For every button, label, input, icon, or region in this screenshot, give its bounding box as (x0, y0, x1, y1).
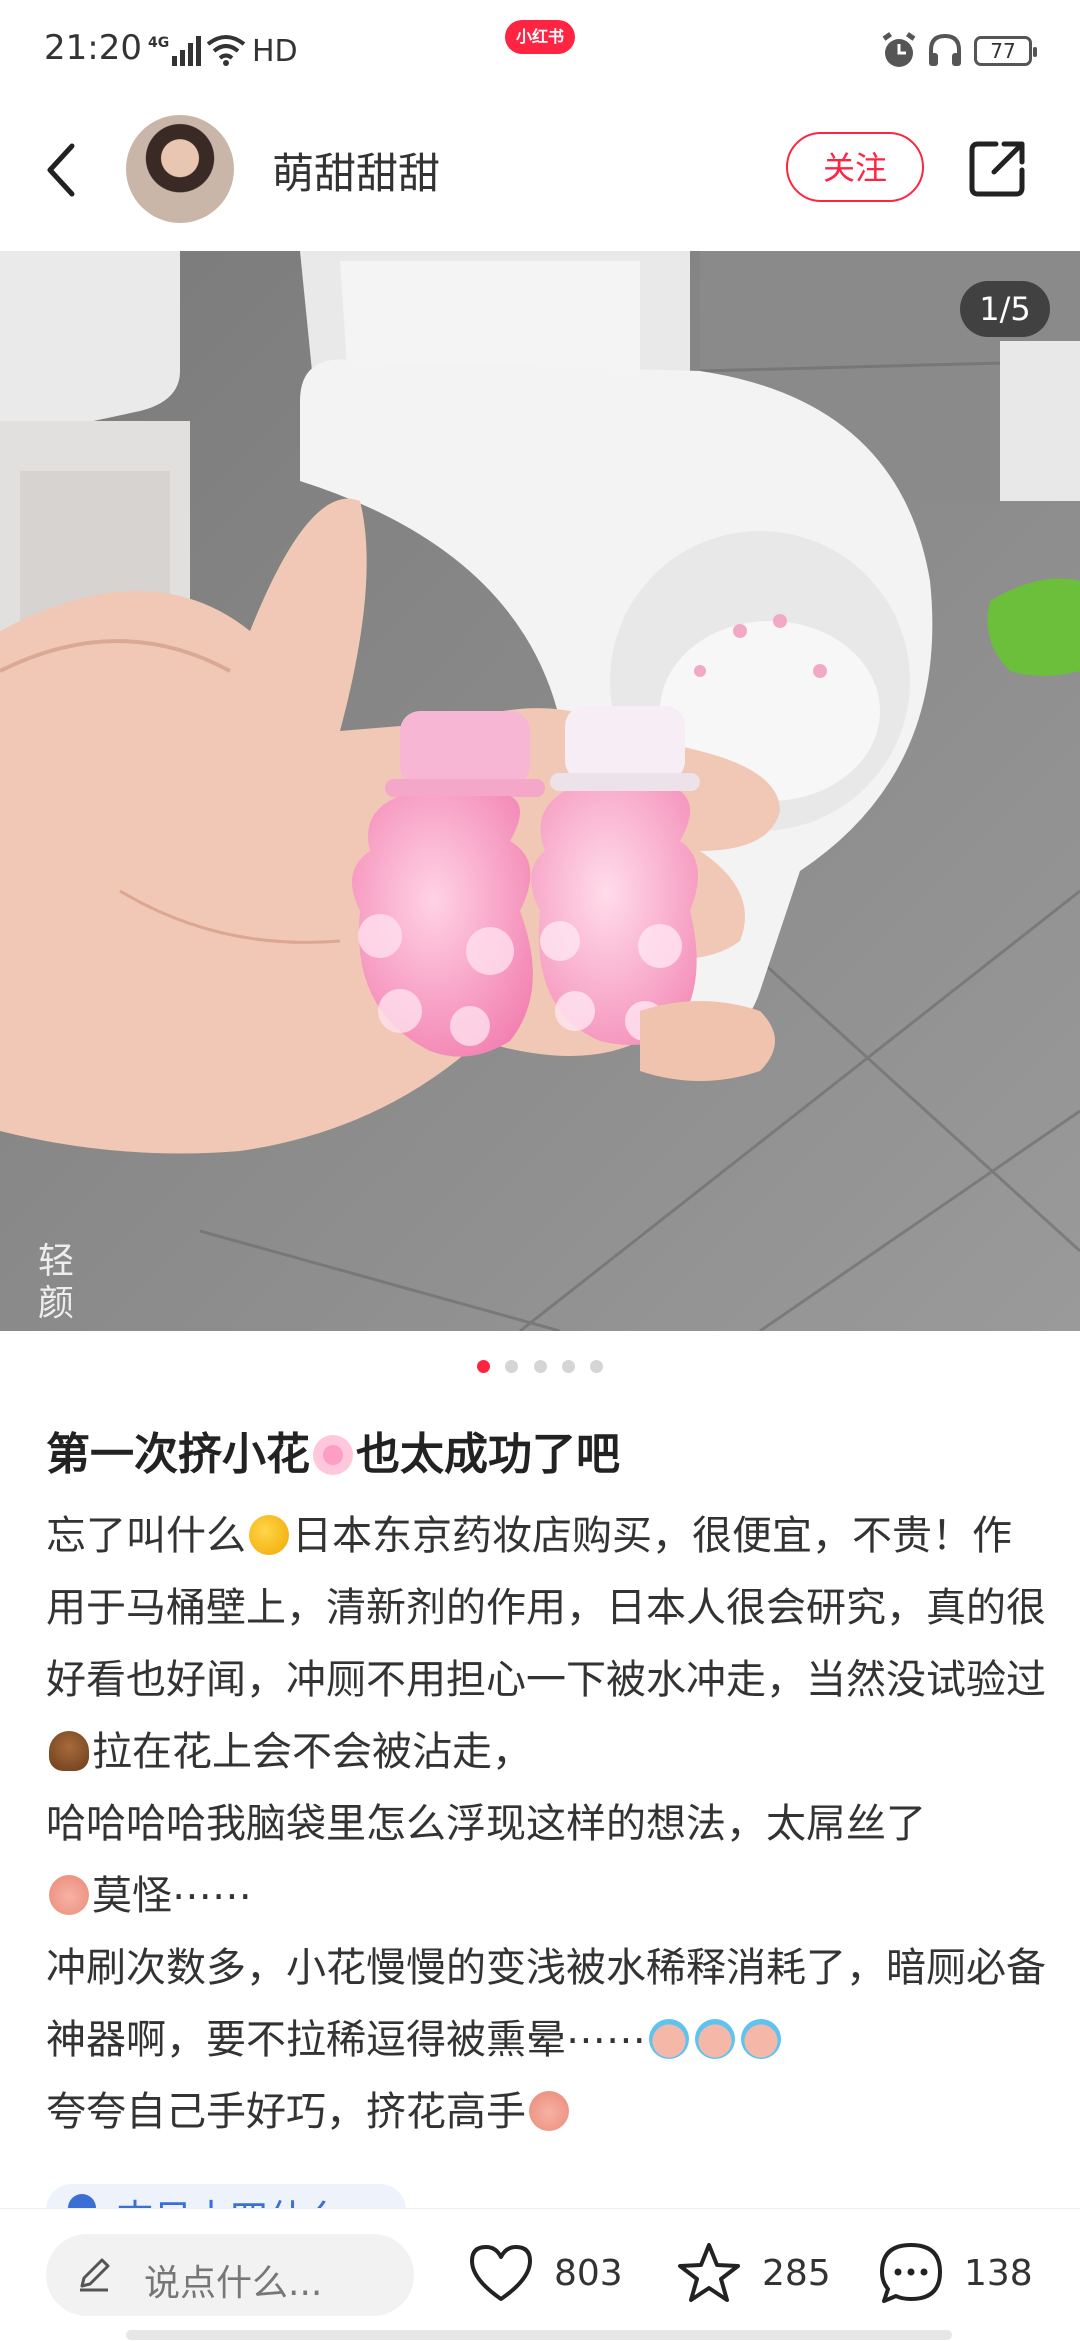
wifi-icon (206, 35, 246, 66)
heart-icon (470, 2245, 532, 2301)
collect-button[interactable]: 285 (674, 2239, 834, 2309)
poop-emoji-icon (49, 1731, 89, 1771)
crying-emoji-icon (695, 2019, 735, 2059)
crying-emoji-icon (741, 2019, 781, 2059)
crying-emoji-icon (649, 2019, 689, 2059)
follow-button[interactable]: 关注 (786, 132, 924, 202)
pager-dot[interactable] (505, 1360, 519, 1373)
author-name[interactable]: 萌甜甜甜 (272, 140, 440, 201)
bottom-action-bar: 说点什么... 803 285 138 (0, 2208, 1080, 2341)
collect-count: 285 (762, 2253, 831, 2294)
app-logo-badge: 小红书 (505, 20, 575, 54)
proud-emoji-icon (529, 2091, 569, 2131)
headset-icon (929, 33, 961, 66)
post-paragraph: 夸夸自己手好巧，挤花高手 (46, 2076, 1046, 2148)
pager-dot[interactable] (533, 1360, 547, 1373)
pager-dot[interactable] (561, 1360, 575, 1373)
comment-placeholder: 说点什么... (144, 2263, 323, 2304)
star-icon (678, 2243, 740, 2302)
post-header: 萌甜甜甜 关注 (0, 100, 1080, 250)
status-bar: 21:20 4G HD 小红书 77 (0, 0, 1080, 100)
topic-tag[interactable]: 杰目十四什么 (46, 2184, 406, 2210)
post-image[interactable]: 1/5 轻 颜 (0, 251, 1080, 1331)
post-body: 忘了叫什么 日本东京药妆店购买，很便宜，不贵！作用于马桶壁上，清新剂的作用，日本人… (46, 1500, 1046, 2148)
alarm-icon (882, 32, 916, 67)
comment-button[interactable]: 138 (876, 2239, 1046, 2309)
gesture-bar[interactable] (126, 2330, 952, 2340)
post-paragraph: 哈哈哈哈我脑袋里怎么浮现这样的想法，太屌丝了 莫怪⋯⋯ (46, 1801, 926, 1919)
pager-dot-active[interactable] (477, 1360, 491, 1373)
like-count: 803 (554, 2253, 623, 2294)
author-avatar[interactable] (126, 115, 234, 223)
hd-indicator: HD (252, 34, 298, 69)
thinking-emoji-icon (249, 1515, 289, 1555)
signal-icon (172, 36, 201, 66)
comment-count: 138 (964, 2253, 1033, 2294)
image-counter: 1/5 (960, 281, 1050, 337)
post-photo-illustration (0, 251, 1080, 1331)
share-icon[interactable] (966, 136, 1030, 200)
cherry-blossom-emoji-icon (313, 1435, 353, 1475)
comment-bubble-icon (880, 2243, 942, 2303)
post-paragraph: 忘了叫什么 日本东京药妆店购买，很便宜，不贵！作用于马桶壁上，清新剂的作用，日本人… (46, 1513, 1046, 1775)
status-time: 21:20 (44, 28, 142, 68)
like-button[interactable]: 803 (466, 2239, 626, 2309)
post-title: 第一次挤小花 也太成功了吧 (46, 1429, 620, 1480)
image-watermark: 轻 颜 (38, 1241, 75, 1324)
back-arrow-icon[interactable] (38, 138, 88, 202)
battery-indicator: 77 (974, 36, 1037, 66)
post-paragraph: 冲刷次数多，小花慢慢的变浅被水稀释消耗了，暗厕必备神器啊，要不拉稀逗得被熏晕⋯⋯ (46, 1945, 1046, 2063)
comment-input[interactable]: 说点什么... (46, 2234, 414, 2316)
blush-emoji-icon (49, 1875, 89, 1915)
pencil-icon (80, 2258, 110, 2292)
image-pager (0, 1358, 1080, 1378)
network-type: 4G (148, 35, 170, 51)
pager-dot[interactable] (589, 1360, 603, 1373)
